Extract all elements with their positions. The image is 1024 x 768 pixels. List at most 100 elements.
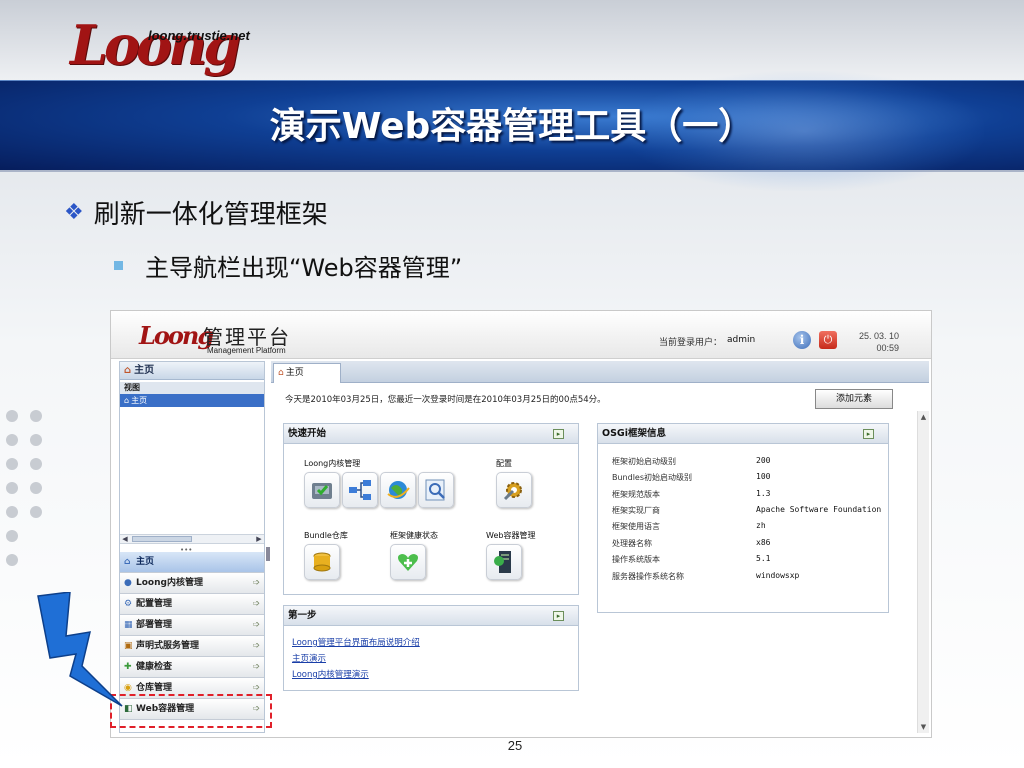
osgi-row-value: Apache Software Foundation xyxy=(756,505,882,514)
framework-health-button[interactable] xyxy=(390,544,426,580)
loong-kernel-label: Loong内核管理 xyxy=(304,459,361,468)
osgi-row-value: 200 xyxy=(756,456,771,465)
server-icon xyxy=(494,551,511,573)
page-number: 25 xyxy=(507,738,523,753)
vertical-scrollbar[interactable]: ▲ ▼ xyxy=(917,411,929,733)
first-step-header: 第一步 ▸ xyxy=(284,606,578,626)
app-subtitle: Management Platform xyxy=(207,346,286,355)
config-tool-button[interactable] xyxy=(496,472,532,508)
go-arrow-icon: ➩ xyxy=(252,578,260,588)
osgi-row-label: 操作系统版本 xyxy=(612,555,660,564)
web-container-highlight-box xyxy=(110,694,272,728)
osgi-row-label: 框架初始启动级别 xyxy=(612,457,676,466)
app-header: Loong 管理平台 Management Platform 当前登录用户： a… xyxy=(111,311,931,359)
network-tool-button[interactable] xyxy=(342,472,378,508)
heart-health-icon xyxy=(398,554,418,571)
tree-item-home[interactable]: ⌂ 主页 xyxy=(120,394,264,407)
osgi-row-label: 框架使用语言 xyxy=(612,522,660,531)
search-tool-button[interactable] xyxy=(418,472,454,508)
nav-item-deploy[interactable]: ▦ 部署管理 ➩ xyxy=(120,615,264,636)
management-platform-window: Loong 管理平台 Management Platform 当前登录用户： a… xyxy=(110,310,932,738)
info-icon[interactable]: i xyxy=(793,331,811,349)
left-panel-header: ⌂ 主页 xyxy=(120,362,264,380)
home-icon: ⌂ xyxy=(278,368,284,378)
osgi-row-value: 5.1 xyxy=(756,554,771,563)
osgi-info-header: OSGi框架信息 ▸ xyxy=(598,424,888,444)
slide-title: 演示Web容器管理工具（一） xyxy=(269,106,755,147)
bullet-level-1: ❖ 刷新一体化管理框架 xyxy=(64,194,328,231)
osgi-row-value: 100 xyxy=(756,472,771,481)
diamond-bullet-icon: ❖ xyxy=(64,200,84,225)
app-logo: Loong xyxy=(139,321,214,350)
horizontal-scrollbar[interactable]: ◀ ▶ xyxy=(120,534,264,544)
home-icon: ⌂ xyxy=(124,365,132,376)
loong-logo: Loong loong.trustie.net xyxy=(70,6,260,78)
nav-item-loong-kernel[interactable]: ● Loong内核管理 ➩ xyxy=(120,573,264,594)
web-container-label: Web容器管理 xyxy=(486,531,536,540)
nav-item-declarative-service[interactable]: ▣ 声明式服务管理 ➩ xyxy=(120,636,264,657)
power-icon[interactable]: ⏻ xyxy=(819,331,837,349)
tab-home[interactable]: ⌂ 主页 xyxy=(273,363,341,383)
loong-logo-mark: Loong xyxy=(70,13,241,77)
bullet-2-text: 主导航栏出现“Web容器管理” xyxy=(145,254,463,282)
link-layout-intro[interactable]: Loong管理平台界面布局说明介绍 xyxy=(292,636,420,648)
slide-header: Loong loong.trustie.net xyxy=(0,0,1024,80)
globe-tool-button[interactable] xyxy=(380,472,416,508)
osgi-row-value: 1.3 xyxy=(756,489,771,498)
expand-icon[interactable]: ▸ xyxy=(553,429,564,439)
quick-start-header: 快速开始 ▸ xyxy=(284,424,578,444)
left-navigation-panel: ⌂ 主页 视图 ⌂ 主页 ◀ ▶ ••• ⌂ 主页 ● Loong内核管理 ➩ ⚙ 配置管理… xyxy=(119,361,265,733)
first-step-card: 第一步 ▸ Loong管理平台界面布局说明介绍 主页演示 Loong内核管理演示 xyxy=(283,605,579,691)
logo-url: loong.trustie.net xyxy=(148,28,250,43)
scroll-right-icon[interactable]: ▶ xyxy=(254,535,264,543)
nav-item-health-check[interactable]: ✚ 健康检查 ➩ xyxy=(120,657,264,678)
osgi-row-value: x86 xyxy=(756,538,771,547)
panel-resize-handle[interactable] xyxy=(266,547,270,561)
bullet-1-text: 刷新一体化管理框架 xyxy=(93,200,328,230)
magnifier-icon xyxy=(425,479,445,501)
add-element-button[interactable]: 添加元素 xyxy=(815,389,893,409)
coins-icon xyxy=(313,552,331,572)
osgi-row-label: 服务器操作系统名称 xyxy=(612,572,684,581)
welcome-message: 今天是2010年03月25日，您最近一次登录时间是在2010年03月25日的00… xyxy=(285,395,606,405)
current-user-label: 当前登录用户： xyxy=(659,338,723,348)
tree-header: 视图 xyxy=(120,382,264,394)
scroll-up-icon[interactable]: ▲ xyxy=(918,411,929,423)
expand-icon[interactable]: ▸ xyxy=(553,611,564,621)
tab-strip: ⌂ 主页 xyxy=(271,361,929,383)
home-icon: ⌂ xyxy=(124,557,131,567)
lightning-bolt-icon xyxy=(37,592,123,707)
osgi-row-label: 框架规范版本 xyxy=(612,490,660,499)
expand-icon[interactable]: ▸ xyxy=(863,429,874,439)
bullet-level-2: 主导航栏出现“Web容器管理” xyxy=(114,248,462,283)
scroll-thumb[interactable] xyxy=(132,536,192,542)
disk-check-icon xyxy=(312,483,332,499)
bundle-repo-button[interactable] xyxy=(304,544,340,580)
link-kernel-demo[interactable]: Loong内核管理演示 xyxy=(292,668,369,680)
go-arrow-icon: ➩ xyxy=(252,620,260,630)
scroll-down-icon[interactable]: ▼ xyxy=(918,721,929,733)
web-container-button[interactable] xyxy=(486,544,522,580)
osgi-row-value: windowsxp xyxy=(756,571,800,580)
title-band: 演示Web容器管理工具（一） xyxy=(0,71,1024,191)
main-content-panel: ⌂ 主页 今天是2010年03月25日，您最近一次登录时间是在2010年03月25… xyxy=(271,361,929,733)
nav-item-home[interactable]: ⌂ 主页 xyxy=(120,552,264,573)
config-label: 配置 xyxy=(496,459,512,468)
quick-start-card: 快速开始 ▸ Loong内核管理 配置 Bundle仓库 框架健康状态 Web容 xyxy=(283,423,579,595)
globe-icon xyxy=(387,481,410,499)
time-text: 00:59 xyxy=(876,343,899,353)
go-arrow-icon: ➩ xyxy=(252,641,260,651)
osgi-row-value: zh xyxy=(756,521,766,530)
nav-item-config[interactable]: ⚙ 配置管理 ➩ xyxy=(120,594,264,615)
osgi-row-label: 处理器名称 xyxy=(612,539,652,548)
osgi-row-label: 框架实现厂商 xyxy=(612,506,660,515)
go-arrow-icon: ➩ xyxy=(252,662,260,672)
link-home-demo[interactable]: 主页演示 xyxy=(292,652,326,664)
osgi-info-card: OSGi框架信息 ▸ 框架初始启动级别 200 Bundles初始启动级别 10… xyxy=(597,423,889,613)
kernel-tool-button[interactable] xyxy=(304,472,340,508)
date-text: 25. 03. 10 xyxy=(858,331,899,341)
go-arrow-icon: ➩ xyxy=(252,599,260,609)
scroll-left-icon[interactable]: ◀ xyxy=(120,535,130,543)
square-bullet-icon xyxy=(114,261,123,270)
network-icon xyxy=(349,480,371,500)
